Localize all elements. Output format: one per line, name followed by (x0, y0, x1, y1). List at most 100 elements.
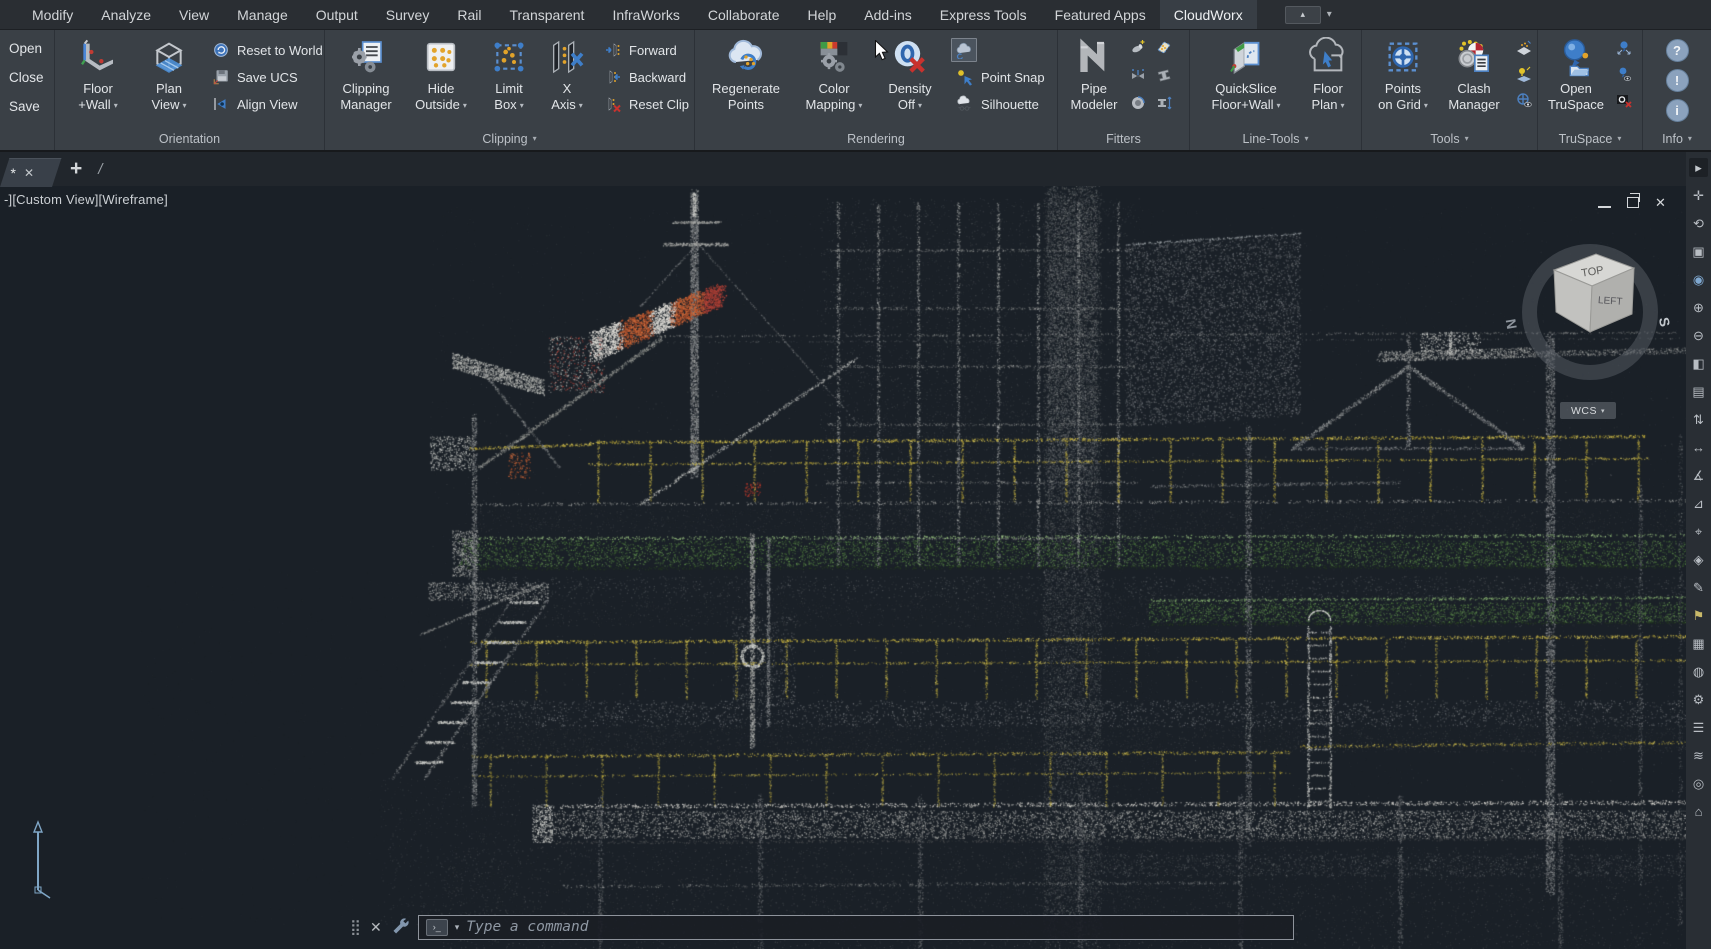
panel-label-truspace[interactable]: TruSpace▾ (1538, 127, 1642, 150)
chevron-down-icon[interactable]: ▾ (1327, 9, 1332, 20)
menu-item-collaborate[interactable]: Collaborate (694, 0, 794, 29)
open-button[interactable]: Open (9, 34, 42, 62)
quickslice-floor-wall-button[interactable]: QuickSlice Floor+Wall▾ (1202, 35, 1290, 114)
points-on-grid-button[interactable]: Points on Grid▾ (1372, 35, 1434, 114)
fit-valve-button[interactable] (1128, 65, 1148, 85)
settings-icon[interactable]: ⚙ (1689, 690, 1708, 709)
viewcube-left-label[interactable]: LEFT (1598, 295, 1623, 308)
color-mapping-button[interactable]: Color Mapping▾ (799, 35, 869, 114)
pin-icon[interactable]: ◎ (1689, 774, 1708, 793)
zoom-in-icon[interactable]: ⊕ (1689, 298, 1708, 317)
command-input[interactable]: ›_ ▾ Type a command (418, 915, 1294, 940)
panel-label-fitters[interactable]: Fitters (1058, 127, 1189, 150)
sphere-icon[interactable]: ◉ (1689, 270, 1708, 289)
point-style-icon[interactable]: ◍ (1689, 662, 1708, 681)
zoom-out-icon[interactable]: ⊖ (1689, 326, 1708, 345)
limit-box-button[interactable]: Limit Box▾ (483, 35, 535, 114)
point-snap-button[interactable]: Point Snap (951, 65, 1049, 89)
menu-item-analyze[interactable]: Analyze (87, 0, 165, 29)
regenerate-points-button[interactable]: Regenerate Points (703, 35, 789, 113)
truspace-view-button[interactable] (1614, 64, 1634, 84)
close-button[interactable]: Close (9, 63, 44, 91)
fit-steel-button[interactable] (1154, 65, 1174, 85)
forward-button[interactable]: Forward (599, 38, 693, 62)
panel-label-info[interactable]: Info▾ (1643, 127, 1711, 150)
open-truspace-button[interactable]: Open TruSpace (1544, 35, 1608, 113)
viewport-canvas[interactable] (0, 186, 1686, 949)
swap-horizontal-icon[interactable]: ↔ (1689, 438, 1708, 457)
menu-item-cloudworx[interactable]: CloudWorx (1160, 0, 1257, 29)
flag-icon[interactable]: ⚑ (1689, 606, 1708, 625)
menu-item-survey[interactable]: Survey (372, 0, 444, 29)
panel-arrow-icon[interactable]: ▸ (1689, 158, 1708, 177)
menu-item-transparent[interactable]: Transparent (495, 0, 598, 29)
reset-clip-button[interactable]: Reset Clip (599, 92, 693, 116)
menu-item-express-tools[interactable]: Express Tools (926, 0, 1041, 29)
point-cloud-toggle-button[interactable] (951, 38, 977, 62)
hide-outside-button[interactable]: Hide Outside▾ (408, 35, 474, 114)
fit-beam-height-button[interactable] (1154, 93, 1174, 113)
annotate-icon[interactable]: ✎ (1689, 578, 1708, 597)
save-button[interactable]: Save (9, 92, 40, 120)
waves-icon[interactable]: ≋ (1689, 746, 1708, 765)
floor-plan-button[interactable]: Floor Plan▾ (1302, 35, 1354, 114)
menu-item-output[interactable]: Output (302, 0, 372, 29)
restore-icon[interactable] (1627, 197, 1639, 208)
diamond-icon[interactable]: ◈ (1689, 550, 1708, 569)
panel-label-clipping[interactable]: Clipping▾ (325, 127, 694, 150)
ribbon-collapse-button[interactable]: ▴ (1285, 6, 1321, 24)
swap-vertical-icon[interactable]: ⇅ (1689, 410, 1708, 429)
backward-button[interactable]: Backward (599, 65, 693, 89)
new-tab-button[interactable]: + (70, 159, 82, 179)
menu-item-rail[interactable]: Rail (443, 0, 495, 29)
pan-icon[interactable]: ✛ (1689, 186, 1708, 205)
align-view-button[interactable]: Align View (207, 92, 327, 116)
truspace-sync-button[interactable] (1614, 38, 1634, 58)
menu-item-modify[interactable]: Modify (18, 0, 87, 29)
menu-item-featured-apps[interactable]: Featured Apps (1041, 0, 1160, 29)
points-on-surface-button[interactable] (1514, 38, 1534, 58)
clip-plane-icon[interactable]: ◧ (1689, 354, 1708, 373)
pipe-modeler-button[interactable]: Pipe Modeler (1064, 35, 1124, 113)
viewport-controls-label[interactable]: -][Custom View][Wireframe] (4, 192, 168, 207)
floor-wall-button[interactable]: Floor +Wall▾ (65, 35, 131, 114)
menu-item-infraworks[interactable]: InfraWorks (598, 0, 693, 29)
menu-item-manage[interactable]: Manage (223, 0, 302, 29)
target-eye-button[interactable] (1514, 90, 1534, 110)
dock-close-icon[interactable]: ✕ (370, 919, 382, 936)
about-button[interactable]: i (1666, 99, 1689, 122)
panel-label-line-tools[interactable]: Line-Tools▾ (1190, 127, 1361, 150)
tab-close-icon[interactable]: ✕ (24, 166, 34, 180)
truspace-off-button[interactable] (1614, 90, 1634, 110)
menu-item-help[interactable]: Help (793, 0, 850, 29)
clash-manager-button[interactable]: Clash Manager (1442, 35, 1506, 113)
help-button[interactable]: ? (1666, 39, 1689, 62)
dock-grip-handle[interactable]: ⣿ (350, 918, 361, 936)
panel-label-tools[interactable]: Tools▾ (1362, 127, 1537, 150)
close-icon[interactable]: ✕ (1655, 196, 1666, 209)
viewcube[interactable]: TOP LEFT (1546, 240, 1638, 341)
chevron-down-icon[interactable]: ▾ (455, 922, 460, 933)
menu-item-view[interactable]: View (165, 0, 223, 29)
fit-flange-button[interactable] (1128, 93, 1148, 113)
fit-cylinder-button[interactable] (1128, 37, 1148, 57)
minimize-icon[interactable] (1598, 206, 1611, 208)
wcs-badge[interactable]: WCS ▾ (1560, 402, 1616, 419)
reset-to-world-button[interactable]: Reset to World (207, 38, 327, 62)
scene-light-button[interactable] (1514, 64, 1534, 84)
silhouette-button[interactable]: Silhouette (951, 92, 1049, 116)
center-target-icon[interactable]: ⌖ (1689, 522, 1708, 541)
fit-grate-button[interactable] (1154, 37, 1174, 57)
clipping-manager-button[interactable]: Clipping Manager (333, 35, 399, 113)
orbit-icon[interactable]: ⟲ (1689, 214, 1708, 233)
warning-button[interactable]: ! (1666, 69, 1689, 92)
menu-item-add-ins[interactable]: Add-ins (850, 0, 925, 29)
measure-angle-icon[interactable]: ∡ (1689, 466, 1708, 485)
list-icon[interactable]: ☰ (1689, 718, 1708, 737)
save-ucs-button[interactable]: Save UCS (207, 65, 327, 89)
home-icon[interactable]: ⌂ (1689, 802, 1708, 821)
grid-icon[interactable]: ▦ (1689, 634, 1708, 653)
x-axis-button[interactable]: X Axis▾ (544, 35, 590, 114)
panel-label-rendering[interactable]: Rendering (695, 127, 1057, 150)
layers-icon[interactable]: ▤ (1689, 382, 1708, 401)
